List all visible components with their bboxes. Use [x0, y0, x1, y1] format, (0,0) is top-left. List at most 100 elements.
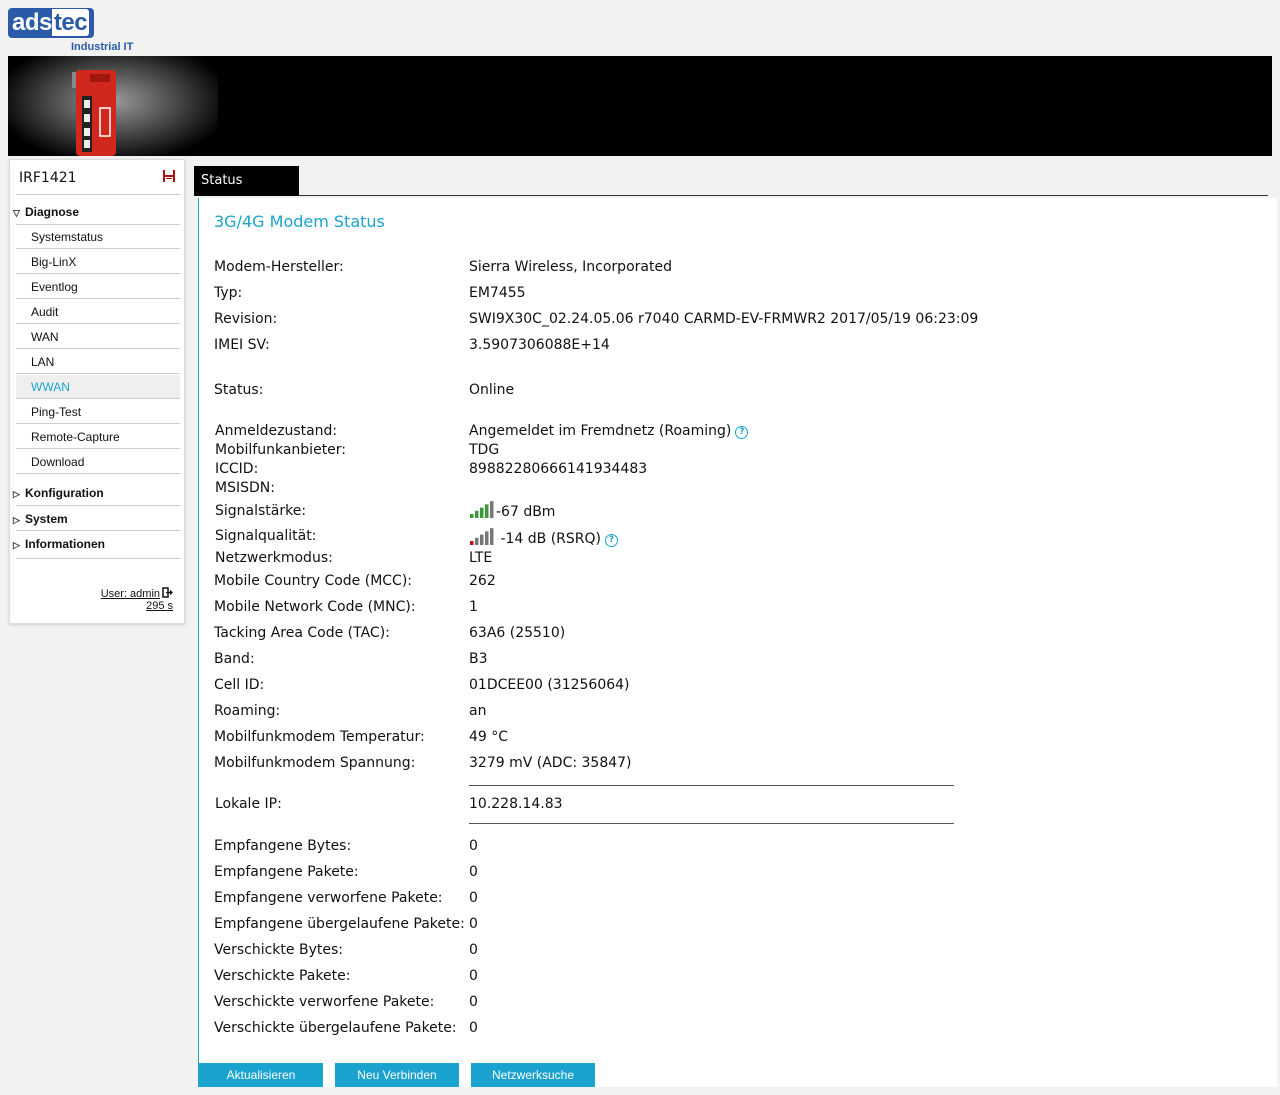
row-value: 0 — [469, 968, 478, 984]
help-icon[interactable]: ? — [735, 426, 749, 439]
signal-bars-icon — [470, 528, 494, 545]
row-value: -14 dB (RSRQ) — [500, 531, 601, 547]
sidebar-item-wwan[interactable]: WWAN — [16, 375, 180, 399]
signal-bar — [475, 510, 479, 518]
header-banner — [8, 56, 1272, 156]
sidebar-item-download[interactable]: Download — [16, 450, 180, 474]
row-label: Verschickte Pakete: — [214, 968, 351, 984]
row-value: an — [469, 703, 487, 719]
row-value: 49 °C — [469, 729, 509, 745]
nav-separator — [16, 194, 180, 195]
row-value: TDG — [469, 442, 500, 458]
row-value: 0 — [469, 942, 478, 958]
row-label: Typ: — [214, 285, 243, 301]
row-value: 0 — [469, 1020, 478, 1036]
nav-separator — [16, 505, 180, 506]
row-label: Empfangene verworfene Pakete: — [214, 890, 443, 906]
row-value: EM7455 — [469, 285, 526, 301]
row-label: Mobilfunkmodem Temperatur: — [214, 729, 425, 745]
nav-group-label: Konfiguration — [25, 486, 104, 500]
registration-value: Angemeldet im Fremdnetz (Roaming)? — [469, 423, 749, 439]
row-value: 0 — [469, 838, 478, 854]
sidebar: IRF1421 ▽ Diagnose Systemstatus Big-LinX … — [9, 159, 185, 624]
row-label: Lokale IP: — [215, 796, 282, 812]
row-value: 1 — [469, 599, 478, 615]
signal-bar — [480, 507, 484, 518]
row-value: B3 — [469, 651, 488, 667]
nav-group-label: System — [25, 512, 68, 526]
row-label: Verschickte Bytes: — [214, 942, 343, 958]
row-label: Mobilfunkmodem Spannung: — [214, 755, 416, 771]
row-label: Status: — [214, 382, 264, 398]
user-label: User: admin — [100, 588, 160, 600]
network-search-button[interactable]: Netzwerksuche — [471, 1063, 595, 1087]
page-title: 3G/4G Modem Status — [214, 212, 385, 231]
row-label: Signalqualität: — [215, 528, 317, 544]
save-icon[interactable] — [162, 169, 176, 183]
row-label: Verschickte übergelaufene Pakete: — [214, 1020, 457, 1036]
row-value: 262 — [469, 573, 496, 589]
row-value: 3279 mV (ADC: 35847) — [469, 755, 632, 771]
logout-icon — [162, 587, 173, 598]
sidebar-item-big-linx[interactable]: Big-LinX — [16, 250, 180, 274]
signal-strength-value: -67 dBm — [469, 500, 555, 520]
triangle-right-icon: ▷ — [13, 540, 20, 550]
row-value: 01DCEE00 (31256064) — [469, 677, 630, 693]
row-label: Signalstärke: — [215, 503, 307, 519]
row-label: ICCID: — [215, 461, 259, 477]
sidebar-item-ping-test[interactable]: Ping-Test — [16, 400, 180, 424]
row-label: Band: — [214, 651, 255, 667]
nav-separator — [16, 558, 180, 559]
triangle-down-icon: ▽ — [13, 208, 20, 218]
row-label: Revision: — [214, 311, 278, 327]
signal-bar — [470, 514, 474, 518]
divider — [469, 785, 954, 786]
triangle-right-icon: ▷ — [13, 515, 20, 525]
signal-bar — [475, 537, 479, 545]
row-label: Mobilfunkanbieter: — [215, 442, 347, 458]
row-label: Tacking Area Code (TAC): — [214, 625, 390, 641]
signal-bar — [485, 504, 489, 518]
reconnect-button[interactable]: Neu Verbinden — [335, 1063, 459, 1087]
signal-bar — [480, 534, 484, 545]
row-value: 3.5907306088E+14 — [469, 337, 610, 353]
refresh-button[interactable]: Aktualisieren — [199, 1063, 323, 1087]
nav-group-informationen[interactable]: ▷ Informationen — [13, 535, 105, 553]
nav-group-diagnose[interactable]: ▽ Diagnose — [13, 203, 79, 221]
session-timer: 295 s — [146, 600, 173, 612]
logo-mark: adstec — [8, 8, 95, 38]
row-label: Anmeldezustand: — [215, 423, 338, 439]
user-logout-link[interactable]: User: admin — [101, 587, 173, 600]
device-name: IRF1421 — [19, 170, 77, 186]
nav-group-label: Diagnose — [25, 205, 80, 219]
signal-bar — [470, 541, 474, 545]
row-value: 0 — [469, 994, 478, 1010]
sidebar-item-wan[interactable]: WAN — [16, 325, 180, 349]
sidebar-item-lan[interactable]: LAN — [16, 350, 180, 374]
row-label: IMEI SV: — [214, 337, 270, 353]
row-value: 0 — [469, 916, 478, 932]
sidebar-item-remote-capture[interactable]: Remote-Capture — [16, 425, 180, 449]
content-panel — [198, 198, 1277, 1087]
help-icon[interactable]: ? — [605, 534, 618, 547]
tab-status[interactable]: Status — [194, 166, 299, 196]
row-value: 63A6 (25510) — [469, 625, 566, 641]
sidebar-item-eventlog[interactable]: Eventlog — [16, 275, 180, 299]
row-value: Sierra Wireless, Incorporated — [469, 259, 672, 275]
row-value: 0 — [469, 890, 478, 906]
signal-quality-value: -14 dB (RSRQ)? — [469, 527, 618, 547]
row-value: Online — [469, 382, 515, 398]
sidebar-item-audit[interactable]: Audit — [16, 300, 180, 324]
row-label: Empfangene Bytes: — [214, 838, 352, 854]
tab-underline — [194, 195, 1268, 196]
row-label: Modem-Hersteller: — [214, 259, 344, 275]
nav-group-system[interactable]: ▷ System — [13, 510, 68, 528]
nav-group-konfiguration[interactable]: ▷ Konfiguration — [13, 484, 104, 502]
sidebar-item-systemstatus[interactable]: Systemstatus — [16, 225, 180, 249]
row-value: LTE — [469, 550, 493, 566]
router-device-image — [72, 70, 116, 156]
row-value: 10.228.14.83 — [469, 796, 563, 812]
row-label: Verschickte verworfene Pakete: — [214, 994, 435, 1010]
signal-bar — [490, 528, 494, 545]
row-label: Mobile Country Code (MCC): — [214, 573, 413, 589]
